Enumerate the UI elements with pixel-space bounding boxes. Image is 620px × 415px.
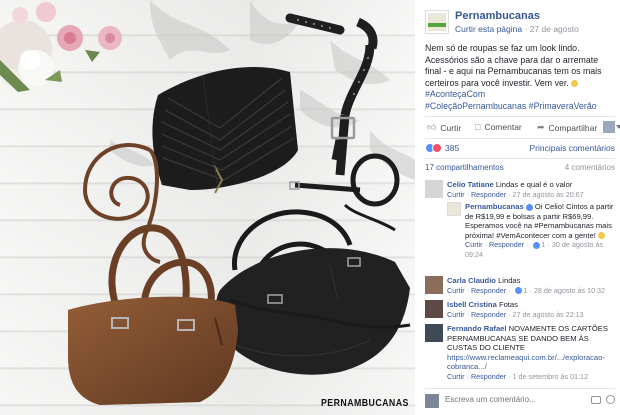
comment-time[interactable]: 28 de agosto às 10:32 [534,286,605,295]
like-page-link[interactable]: Curtir esta página [455,24,522,34]
commenter-avatar[interactable] [425,276,443,294]
flower-bouquet [0,2,122,92]
meta-separator: · [524,24,528,34]
reply-body: Pernambucanas Oi Celio! Cintos a partir … [465,202,615,260]
comment-reply-link[interactable]: Responder [471,190,506,199]
commenter-avatar[interactable] [425,324,443,342]
commenter-avatar[interactable] [425,180,443,198]
page-reply-avatar[interactable] [447,202,461,216]
comment-reply-link[interactable]: Responder [471,286,506,295]
reaction-count[interactable]: 385 [445,143,459,153]
comment-input[interactable] [445,395,585,404]
current-user-avatar [425,394,439,408]
smile-emoji-icon [597,232,605,240]
like-label: Curtir [440,122,462,133]
comment-sort-dropdown[interactable]: Principais comentários [529,143,615,153]
comment-meta: Curtir · Responder · 27 de agosto às 20:… [447,189,584,199]
comment-body: Carla Claudio Lindas Curtir · Responder … [447,276,615,295]
post-actions: 👍︎ Curtir □ Comentar ➦ Compartilhar [425,116,620,138]
posting-as-selector[interactable] [603,121,620,133]
shares-count[interactable]: 17 compartilhamentos [425,163,504,172]
comment-body: Isbell Cristina Fotas Curtir · Responder… [447,300,615,319]
comment-time[interactable]: 27 de agosto às 20:67 [513,190,584,199]
post-panel: Pernambucanas Curtir esta página · 27 de… [415,0,620,415]
comment-body: Fernando Rafael NOVAMENTE OS CARTÕES PER… [447,324,615,382]
black-leather-handbag [215,203,411,375]
commenter-name[interactable]: Carla Claudio [447,276,496,285]
comment-text: Fotas [498,300,518,309]
comment-reply-link[interactable]: Responder [471,372,506,381]
brown-leather-handbag [68,224,238,405]
comments-count: 4 comentários [564,163,615,172]
commenter-name[interactable]: Isbell Cristina [447,300,497,309]
love-reaction-icon[interactable] [432,143,442,153]
comment-text: Lindas e qual é o valor [495,180,573,189]
hashtags-collection[interactable]: #ColeçãoPernambucanas #PrimaveraVerão [425,101,597,111]
like-count-icon [514,287,522,295]
comment-composer [425,388,615,410]
avatar-stripe [428,23,446,27]
like-count-icon [532,241,540,249]
page-avatar[interactable] [425,10,449,34]
share-icon: ➦ [537,122,545,132]
comment-meta: Curtir · Responder · 27 de agosto às 22:… [447,309,584,319]
comment-like-link[interactable]: Curtir [447,190,465,199]
comment-body: Celio Tatiane Lindas e qual é o valor Cu… [447,180,615,199]
avatar-logo [428,13,446,31]
comment-time[interactable]: 1 de setembro às 01:12 [513,372,589,381]
comments-list: Celio Tatiane Lindas e qual é o valor Cu… [425,176,615,386]
emoji-icon[interactable] [606,395,615,404]
reply-reply-link[interactable]: Responder [489,240,524,249]
comment-meta: Curtir · Responder · 1 · 28 de agosto às… [447,285,606,295]
reply-author-name[interactable]: Pernambucanas [465,202,524,211]
shares-bar: 17 compartilhamentos 4 comentários [425,158,615,174]
commenter-name[interactable]: Celio Tatiane [447,180,494,189]
comment-like-count[interactable]: 1 [524,286,528,295]
comment-text: Lindas [498,276,521,285]
post-header: Pernambucanas Curtir esta página · 27 de… [425,10,615,38]
comment-like-link[interactable]: Curtir [447,310,465,319]
camera-icon[interactable] [591,396,601,404]
thumbs-up-icon: 👍︎ [427,122,437,132]
hashtag-acontece[interactable]: #AconteçaCom [425,89,485,99]
commenter-avatar[interactable] [425,300,443,318]
comment-reply-link[interactable]: Responder [471,310,506,319]
share-label: Compartilhar [548,122,598,133]
post-meta: Curtir esta página · 27 de agosto [455,24,579,34]
reactions-bar: 385 Principais comentários [425,138,615,156]
comment-time[interactable]: 27 de agosto às 22:13 [513,310,584,319]
commenter-name[interactable]: Fernando Rafael [447,324,507,333]
brand-wordmark: PERNAMBUCANAS [321,398,409,409]
product-photo[interactable]: PERNAMBUCANAS [0,0,415,415]
verified-badge-icon [525,203,533,211]
post-body: Nem só de roupas se faz um look lindo. A… [425,43,615,112]
product-illustration [0,0,415,405]
comment-button[interactable]: □ Comentar [475,122,522,132]
page-name-link[interactable]: Pernambucanas [455,10,540,22]
reply-like-count[interactable]: 1 [542,240,546,249]
reply-meta: Curtir · Responder · 1 · 30 de agosto às… [465,240,604,259]
comment-like-link[interactable]: Curtir [447,372,465,381]
comment-label: Comentar [484,122,522,132]
like-button[interactable]: 👍︎ Curtir [427,122,461,133]
share-button[interactable]: ➦ Compartilhar [537,122,597,133]
comment-like-link[interactable]: Curtir [447,286,465,295]
smile-emoji-icon [571,79,579,87]
reply-like-link[interactable]: Curtir [465,240,483,249]
post-date[interactable]: 27 de agosto [530,24,579,34]
black-quilted-clutch [152,66,298,194]
comment-icon: □ [475,122,481,132]
comment-meta: Curtir · Responder · 1 de setembro às 01… [447,371,589,381]
comment-link[interactable]: https://www.reclameaqui.com.br/.../explo… [447,353,605,372]
